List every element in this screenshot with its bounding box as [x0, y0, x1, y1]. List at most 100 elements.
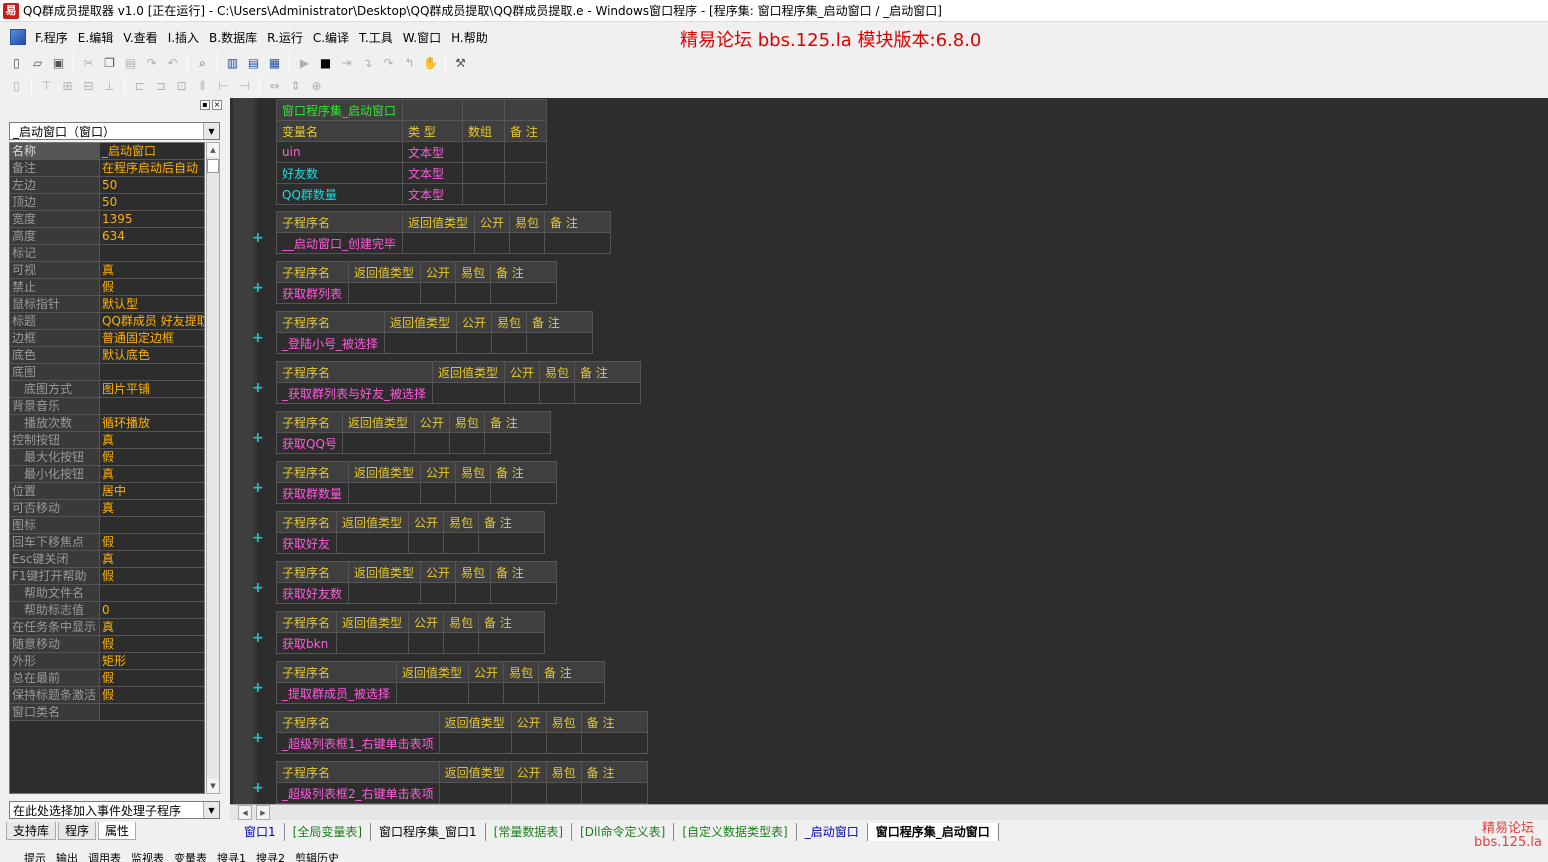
property-value[interactable]: 真: [100, 500, 204, 516]
tab-properties[interactable]: 属性: [98, 822, 137, 840]
redo-icon[interactable]: ↷: [141, 53, 162, 73]
expand-icon[interactable]: +: [252, 380, 264, 396]
expand-icon[interactable]: +: [252, 280, 264, 296]
menu-help[interactable]: H.帮助: [446, 29, 493, 46]
property-value[interactable]: _启动窗口: [100, 143, 204, 159]
property-row[interactable]: 鼠标指针 默认型: [10, 296, 204, 313]
doc-tab[interactable]: 窗口1: [236, 823, 285, 841]
class-name[interactable]: 窗口程序集_启动窗口: [276, 99, 403, 121]
sub-cell[interactable]: [455, 332, 493, 354]
property-row[interactable]: 名称 _启动窗口: [10, 143, 204, 160]
property-value[interactable]: 真: [100, 466, 204, 482]
property-row[interactable]: 顶边 50: [10, 194, 204, 211]
stop-icon[interactable]: ■: [315, 53, 336, 73]
menu-database[interactable]: B.数据库: [204, 29, 262, 46]
property-value[interactable]: 真: [100, 262, 204, 278]
layout-3-icon[interactable]: ▦: [264, 53, 285, 73]
property-value[interactable]: 真: [100, 432, 204, 448]
open-file-icon[interactable]: ▱: [27, 53, 48, 73]
scroll-right-icon[interactable]: ▶: [256, 805, 270, 820]
output-tab[interactable]: 搜寻2: [256, 850, 285, 862]
var-type[interactable]: 文本型: [402, 162, 463, 184]
step-over-icon[interactable]: ↷: [378, 53, 399, 73]
code-editor[interactable]: 窗口程序集_启动窗口 变量名 类 型 数组 备 注 uin 文本型 好友数 文本…: [230, 98, 1548, 804]
paste-icon[interactable]: ▤: [120, 53, 141, 73]
sub-cell[interactable]: [336, 532, 409, 554]
vcenter-icon[interactable]: ⊣: [234, 76, 255, 96]
expand-icon[interactable]: +: [252, 580, 264, 596]
sub-name[interactable]: _超级列表框2_右键单击表项: [276, 782, 440, 804]
property-value[interactable]: 居中: [100, 483, 204, 499]
property-row[interactable]: 可视真: [10, 262, 204, 279]
event-select[interactable]: 在此处选择加入事件处理子程序 ▼: [9, 801, 220, 819]
align-left-icon[interactable]: ▯: [6, 76, 27, 96]
var-array[interactable]: [462, 141, 505, 163]
property-row[interactable]: 位置 居中: [10, 483, 204, 500]
output-tab[interactable]: 调用表: [88, 850, 121, 862]
sub-cell[interactable]: [503, 682, 540, 704]
expand-icon[interactable]: +: [252, 480, 264, 496]
property-row[interactable]: 背景音乐: [10, 398, 204, 415]
align-center-icon[interactable]: ⊞: [57, 76, 78, 96]
output-tab[interactable]: 提示: [24, 850, 46, 862]
table-row[interactable]: 获取QQ号: [276, 432, 551, 454]
sub-cell[interactable]: [526, 332, 594, 354]
property-value[interactable]: [100, 398, 204, 414]
step-into-icon[interactable]: ↴: [357, 53, 378, 73]
align-bottom-icon[interactable]: ⊥: [99, 76, 120, 96]
sub-cell[interactable]: [413, 432, 450, 454]
panel-close-icon[interactable]: ×: [212, 100, 222, 110]
scroll-down-icon[interactable]: ▼: [207, 779, 219, 793]
tab-program[interactable]: 程序: [58, 822, 97, 840]
new-file-icon[interactable]: ▯: [6, 53, 27, 73]
sub-cell[interactable]: [348, 482, 421, 504]
property-value[interactable]: 默认型: [100, 296, 204, 312]
property-row[interactable]: 播放次数 循环播放: [10, 415, 204, 432]
table-row[interactable]: _登陆小号_被选择: [276, 332, 594, 354]
sub-cell[interactable]: [503, 382, 541, 404]
align-middle-icon[interactable]: ⊟: [78, 76, 99, 96]
same-height-icon[interactable]: ⊐: [150, 76, 171, 96]
sub-cell[interactable]: [510, 732, 547, 754]
sub-cell[interactable]: [580, 732, 648, 754]
sub-cell[interactable]: [443, 632, 480, 654]
var-array[interactable]: [462, 183, 505, 205]
property-row[interactable]: 标记: [10, 245, 204, 262]
copy-icon[interactable]: ❐: [99, 53, 120, 73]
sub-cell[interactable]: [455, 582, 492, 604]
menu-program[interactable]: F.程序: [30, 29, 73, 46]
property-value[interactable]: 假: [100, 449, 204, 465]
property-value[interactable]: 循环播放: [100, 415, 204, 431]
sub-cell[interactable]: [443, 532, 480, 554]
output-tab[interactable]: 输出: [56, 850, 78, 862]
sub-cell[interactable]: [455, 282, 492, 304]
property-row[interactable]: 禁止假: [10, 279, 204, 296]
table-row[interactable]: uin 文本型: [276, 141, 547, 163]
expand-icon[interactable]: +: [252, 780, 264, 796]
scroll-thumb[interactable]: [207, 159, 219, 173]
sub-cell[interactable]: [491, 332, 528, 354]
sub-name[interactable]: _超级列表框1_右键单击表项: [276, 732, 440, 754]
sub-name[interactable]: _登陆小号_被选择: [276, 332, 385, 354]
table-row[interactable]: QQ群数量 文本型: [276, 183, 547, 205]
property-value[interactable]: 50: [100, 194, 204, 210]
sub-cell[interactable]: [419, 282, 457, 304]
var-remark[interactable]: [504, 141, 547, 163]
var-type[interactable]: 文本型: [402, 141, 463, 163]
hspace-icon[interactable]: ⫴: [192, 76, 213, 96]
menu-edit[interactable]: E.编辑: [73, 29, 118, 46]
sub-cell[interactable]: [473, 232, 511, 254]
property-value[interactable]: 假: [100, 568, 204, 584]
sub-cell[interactable]: [490, 282, 558, 304]
sub-cell[interactable]: [407, 632, 445, 654]
scroll-up-icon[interactable]: ▲: [207, 143, 219, 157]
property-value[interactable]: 634: [100, 228, 204, 244]
property-value[interactable]: 真: [100, 551, 204, 567]
property-row[interactable]: 底色 默认底色: [10, 347, 204, 364]
property-value[interactable]: 真: [100, 619, 204, 635]
sub-cell[interactable]: [341, 432, 415, 454]
property-row[interactable]: 图标: [10, 517, 204, 534]
sub-name[interactable]: 获取好友: [276, 532, 337, 554]
sub-cell[interactable]: [336, 632, 409, 654]
sub-cell[interactable]: [384, 332, 457, 354]
